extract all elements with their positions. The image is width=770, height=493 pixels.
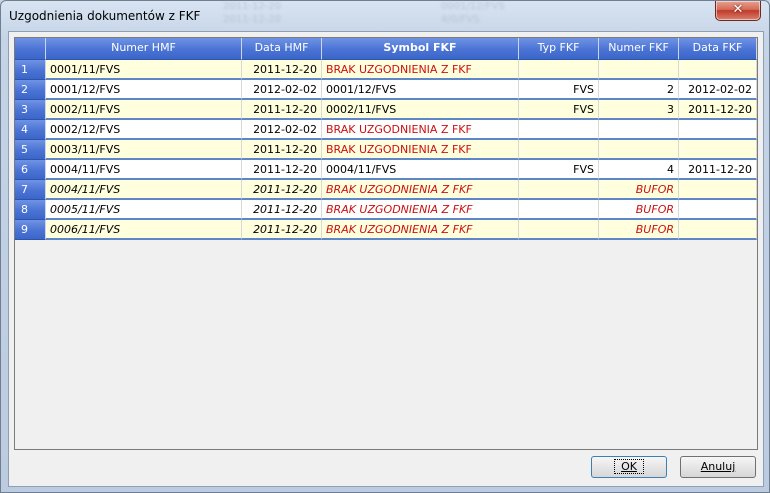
cell-typ-fkf[interactable] [519,200,599,220]
table-row[interactable]: 4 0002/12/FVS 2012-02-02 BRAK UZGODNIENIA Z… [15,120,757,140]
cell-data-fkf[interactable] [679,60,757,80]
row-number[interactable]: 7 [15,180,46,200]
cell-numer-hmf[interactable]: 0006/11/FVS [46,220,242,240]
ok-button-label: OK [614,459,644,474]
cell-data-fkf[interactable] [679,140,757,160]
row-number[interactable]: 1 [15,60,46,80]
cell-data-fkf[interactable] [679,200,757,220]
cell-data-hmf[interactable]: 2011-12-20 [242,220,322,240]
cell-symbol-fkf[interactable]: 0002/11/FVS [322,100,519,120]
row-number[interactable]: 9 [15,220,46,240]
cell-data-hmf[interactable]: 2012-02-02 [242,80,322,100]
table-row[interactable]: 7 0004/11/FVS 2011-12-20 BRAK UZGODNIENIA Z… [15,180,757,200]
cell-symbol-fkf[interactable]: 0001/12/FVS [322,80,519,100]
cell-symbol-fkf[interactable]: BRAK UZGODNIENIA Z FKF [322,140,519,160]
cell-numer-fkf[interactable] [599,60,679,80]
table-row[interactable]: 6 0004/11/FVS 2011-12-20 0004/11/FVS FVS 4 201… [15,160,757,180]
cell-numer-hmf[interactable]: 0002/12/FVS [46,120,242,140]
reconciliation-grid[interactable]: Numer HMF Data HMF Symbol FKF Typ FKF Nu… [14,37,758,450]
table-row[interactable]: 8 0005/11/FVS 2011-12-20 BRAK UZGODNIENIA Z… [15,200,757,220]
cell-typ-fkf[interactable]: FVS [519,80,599,100]
cell-numer-hmf[interactable]: 0005/11/FVS [46,200,242,220]
header-numer-fkf[interactable]: Numer FKF [599,38,679,60]
cell-data-fkf[interactable] [679,180,757,200]
cell-numer-hmf[interactable]: 0004/11/FVS [46,180,242,200]
cell-symbol-fkf[interactable]: BRAK UZGODNIENIA Z FKF [322,220,519,240]
cell-data-hmf[interactable]: 2011-12-20 [242,200,322,220]
cell-data-fkf[interactable]: 2012-02-02 [679,80,757,100]
table-row[interactable]: 3 0002/11/FVS 2011-12-20 0002/11/FVS FVS 3 201… [15,100,757,120]
cell-data-fkf[interactable] [679,120,757,140]
cell-numer-fkf[interactable]: BUFOR [599,220,679,240]
cell-numer-fkf[interactable]: BUFOR [599,200,679,220]
header-data-fkf[interactable]: Data FKF [679,38,757,60]
cell-typ-fkf[interactable] [519,220,599,240]
header-corner[interactable] [15,38,46,60]
row-number[interactable]: 8 [15,200,46,220]
cancel-button-label: Anuluj [700,460,736,473]
close-button[interactable]: ✕ [715,1,761,21]
ok-button[interactable]: OK [591,456,667,478]
cell-data-hmf[interactable]: 2011-12-20 [242,100,322,120]
cell-numer-fkf[interactable] [599,120,679,140]
cell-numer-fkf[interactable] [599,140,679,160]
ghost-text: 2011-12-20 [223,1,282,12]
row-number[interactable]: 3 [15,100,46,120]
cell-numer-fkf[interactable]: 2 [599,80,679,100]
dialog-window: 2011-12-20 2011-12-20 0001/12/FVS 4/0/FV… [0,0,770,493]
cell-typ-fkf[interactable] [519,180,599,200]
cell-typ-fkf[interactable] [519,120,599,140]
row-number[interactable]: 4 [15,120,46,140]
cancel-button[interactable]: Anuluj [680,456,756,478]
cell-numer-hmf[interactable]: 0001/11/FVS [46,60,242,80]
ghost-text: 2011-12-20 [223,14,282,25]
cell-typ-fkf[interactable]: FVS [519,160,599,180]
cell-data-fkf[interactable]: 2011-12-20 [679,160,757,180]
cell-symbol-fkf[interactable]: BRAK UZGODNIENIA Z FKF [322,120,519,140]
cell-data-hmf[interactable]: 2011-12-20 [242,160,322,180]
header-numer-hmf[interactable]: Numer HMF [46,38,242,60]
row-number[interactable]: 6 [15,160,46,180]
cell-numer-hmf[interactable]: 0002/11/FVS [46,100,242,120]
cell-symbol-fkf[interactable]: BRAK UZGODNIENIA Z FKF [322,200,519,220]
close-icon: ✕ [732,2,744,17]
cell-data-hmf[interactable]: 2012-02-02 [242,120,322,140]
table-row[interactable]: 2 0001/12/FVS 2012-02-02 0001/12/FVS FVS 2 201… [15,80,757,100]
header-typ-fkf[interactable]: Typ FKF [519,38,599,60]
dialog-client-area: Numer HMF Data HMF Symbol FKF Typ FKF Nu… [8,31,764,487]
cell-symbol-fkf[interactable]: BRAK UZGODNIENIA Z FKF [322,60,519,80]
table-row[interactable]: 9 0006/11/FVS 2011-12-20 BRAK UZGODNIENIA Z… [15,220,757,240]
cell-typ-fkf[interactable] [519,140,599,160]
cell-data-fkf[interactable] [679,220,757,240]
cell-numer-hmf[interactable]: 0004/11/FVS [46,160,242,180]
window-title: Uzgodnienia dokumentów z FKF [9,9,201,23]
cell-typ-fkf[interactable] [519,60,599,80]
cell-symbol-fkf[interactable]: 0004/11/FVS [322,160,519,180]
cell-numer-fkf[interactable]: 3 [599,100,679,120]
cell-data-fkf[interactable]: 2011-12-20 [679,100,757,120]
cell-data-hmf[interactable]: 2011-12-20 [242,180,322,200]
cell-numer-fkf[interactable]: 4 [599,160,679,180]
header-symbol-fkf[interactable]: Symbol FKF [322,38,519,60]
table-row[interactable]: 1 0001/11/FVS 2011-12-20 BRAK UZGODNIENIA Z… [15,60,757,80]
cell-symbol-fkf[interactable]: BRAK UZGODNIENIA Z FKF [322,180,519,200]
table-row[interactable]: 5 0003/11/FVS 2011-12-20 BRAK UZGODNIENIA Z… [15,140,757,160]
header-data-hmf[interactable]: Data HMF [242,38,322,60]
ghost-text: 0001/12/FVS [441,1,505,12]
cell-numer-hmf[interactable]: 0003/11/FVS [46,140,242,160]
cell-numer-hmf[interactable]: 0001/12/FVS [46,80,242,100]
ghost-text: 4/0/FVS [441,14,480,25]
cell-data-hmf[interactable]: 2011-12-20 [242,60,322,80]
cell-data-hmf[interactable]: 2011-12-20 [242,140,322,160]
row-number[interactable]: 5 [15,140,46,160]
title-bar[interactable]: 2011-12-20 2011-12-20 0001/12/FVS 4/0/FV… [1,1,769,31]
cell-typ-fkf[interactable]: FVS [519,100,599,120]
row-number[interactable]: 2 [15,80,46,100]
cell-numer-fkf[interactable]: BUFOR [599,180,679,200]
grid-header: Numer HMF Data HMF Symbol FKF Typ FKF Nu… [15,38,757,60]
